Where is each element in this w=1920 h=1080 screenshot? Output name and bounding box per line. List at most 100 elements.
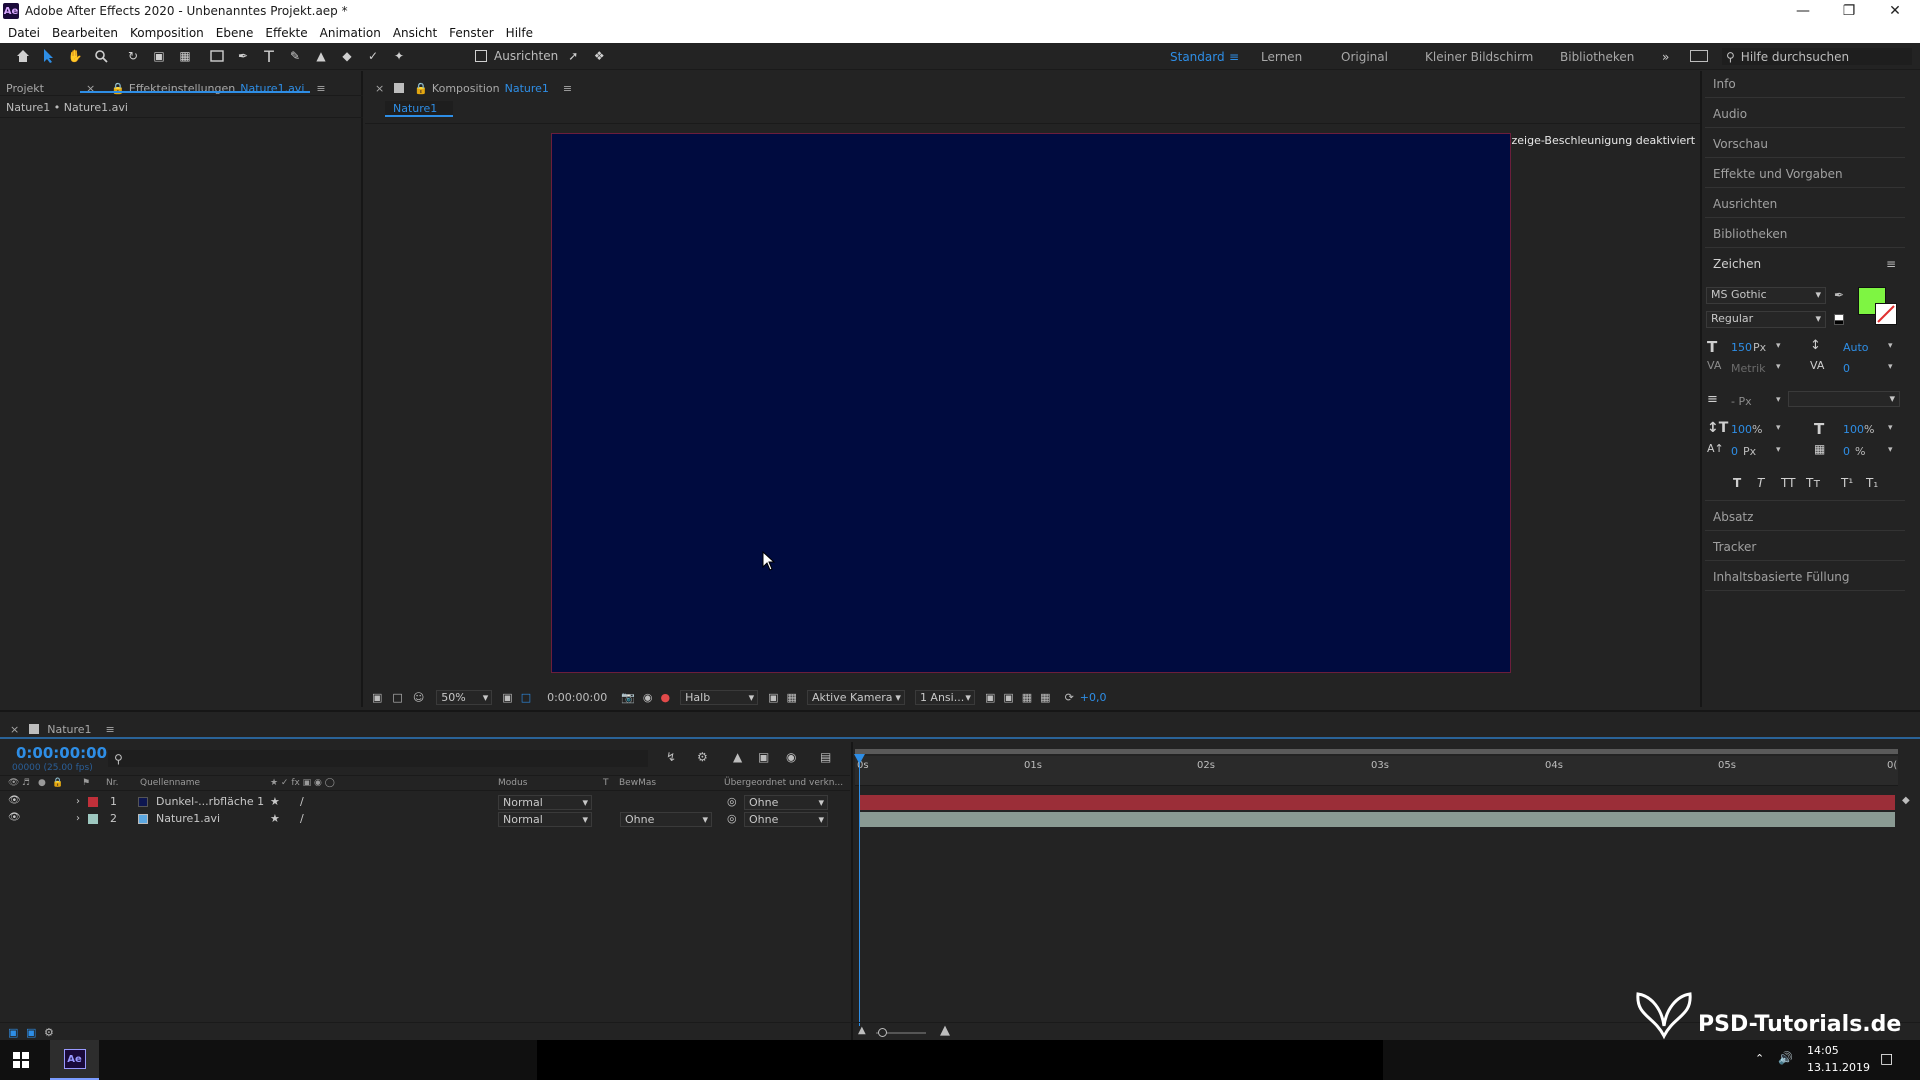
panel-audio[interactable]: Audio — [1713, 107, 1903, 121]
quality-switch-icon[interactable]: ∕ — [300, 812, 304, 825]
align-checkbox[interactable] — [470, 45, 492, 67]
chevron-down-icon[interactable]: ▾ — [1776, 395, 1781, 405]
eye-icon[interactable]: 👁 — [8, 795, 21, 806]
camera-tool-icon[interactable]: ▣ — [148, 45, 170, 67]
pickwhip-icon[interactable]: ◎ — [727, 795, 737, 808]
time-ruler[interactable]: 0s 01s 02s 03s 04s 05s 0( — [855, 756, 1898, 786]
roi-icon[interactable]: ▣ — [768, 691, 778, 704]
quality-switch-icon[interactable]: ∕ — [300, 795, 304, 808]
panel-bibliotheken[interactable]: Bibliotheken — [1713, 227, 1903, 241]
workspace-menu-icon[interactable]: ≡ — [1229, 50, 1239, 64]
column-mode[interactable]: Modus — [498, 778, 527, 788]
layer-name[interactable]: Nature1.avi — [156, 812, 220, 825]
layer-bar-1[interactable] — [860, 795, 1895, 810]
comp-lock-icon[interactable]: 🔒 — [414, 82, 428, 95]
snapshot-icon[interactable]: 📷 — [621, 691, 635, 704]
monitor-icon[interactable]: □ — [392, 691, 402, 704]
chevron-down-icon[interactable]: ▾ — [1776, 362, 1781, 372]
work-area-bar[interactable] — [855, 749, 1898, 754]
chevron-down-icon[interactable]: ▾ — [1776, 445, 1781, 455]
eraser-tool-icon[interactable]: ◆ — [336, 45, 358, 67]
frame-blending-icon[interactable]: ▣ — [758, 750, 769, 764]
show-snapshot-icon[interactable]: ◉ — [643, 691, 653, 704]
layer-bar-2[interactable] — [860, 812, 1895, 827]
help-search-box[interactable]: ⚲ Hilfe durchsuchen — [1722, 48, 1912, 65]
taskbar-after-effects[interactable]: Ae — [50, 1040, 99, 1080]
workspace-standard[interactable]: Standard — [1170, 50, 1225, 64]
more-workspaces-icon[interactable]: » — [1662, 50, 1669, 64]
label-column-icon[interactable]: ⚑ — [82, 778, 90, 788]
comp-panel-menu-icon[interactable]: ≡ — [563, 82, 572, 95]
always-preview-icon[interactable]: ▣ — [372, 691, 382, 704]
composition-canvas[interactable] — [551, 133, 1511, 673]
tray-chevron-icon[interactable]: ⌃ — [1755, 1052, 1764, 1065]
lock-column-icon[interactable]: 🔒 — [52, 778, 63, 788]
menu-datei[interactable]: Datei — [8, 26, 40, 40]
workspace-original[interactable]: Original — [1341, 50, 1388, 64]
expand-arrow-icon[interactable]: › — [76, 813, 80, 824]
layer-trkmat-dropdown[interactable]: Ohne ▾ — [620, 812, 712, 827]
workspace-bibliotheken[interactable]: Bibliotheken — [1560, 50, 1634, 64]
label-color-swatch[interactable] — [88, 814, 98, 824]
home-icon[interactable] — [12, 45, 34, 67]
chevron-down-icon[interactable]: ▾ — [1888, 362, 1893, 372]
panel-inhaltsbasierte-fuellung[interactable]: Inhaltsbasierte Füllung — [1713, 570, 1903, 584]
close-icon[interactable]: ✕ — [1872, 0, 1918, 22]
faux-italic-button[interactable]: T — [1757, 476, 1764, 490]
zoom-in-icon[interactable]: ▲ — [940, 1023, 950, 1038]
transparency-grid-icon[interactable]: ▦ — [787, 691, 797, 704]
zoom-dropdown[interactable]: 50% ▾ — [436, 689, 493, 705]
column-t[interactable]: T — [603, 778, 609, 788]
sync-settings-icon[interactable] — [1690, 50, 1708, 62]
horizontal-scale-value[interactable]: 100 — [1843, 423, 1864, 436]
clone-stamp-tool-icon[interactable]: ▲ — [310, 45, 332, 67]
menu-bearbeiten[interactable]: Bearbeiten — [52, 26, 118, 40]
panel-menu-icon[interactable]: ≡ — [316, 82, 325, 95]
table-row[interactable]: 👁 › 2 Nature1.avi ★ ∕ Normal ▾ Ohne ▾ ◎ … — [0, 811, 850, 828]
character-panel-title[interactable]: Zeichen — [1713, 257, 1903, 271]
timeline-link-icon[interactable]: ▦ — [1022, 691, 1032, 704]
pan-behind-tool-icon[interactable]: ▦ — [174, 45, 196, 67]
stroke-type-dropdown[interactable]: ▾ — [1788, 391, 1900, 407]
camera-dropdown[interactable]: Aktive Kamera ▾ — [806, 689, 905, 705]
comp-mini-flowchart-icon[interactable]: ↯ — [666, 750, 676, 764]
workspace-lernen[interactable]: Lernen — [1261, 50, 1302, 64]
puppet-tool-icon[interactable]: ✦ — [388, 45, 410, 67]
stroke-width-value[interactable]: - Px — [1731, 395, 1752, 408]
color-channels-icon[interactable]: ● — [661, 691, 671, 704]
timeline-tab-name[interactable]: Nature1 — [47, 723, 91, 736]
exposure-value[interactable]: +0,0 — [1080, 691, 1107, 704]
solo-column-icon[interactable]: ● — [38, 778, 46, 788]
region-icon[interactable]: □ — [521, 691, 531, 704]
comp-tab-prefix[interactable]: Komposition — [432, 82, 500, 95]
shy-switch-icon[interactable]: ★ — [270, 812, 280, 825]
column-nr[interactable]: Nr. — [106, 778, 118, 788]
restore-icon[interactable]: ❐ — [1826, 0, 1872, 22]
layer-mode-dropdown[interactable]: Normal ▾ — [498, 795, 592, 810]
superscript-button[interactable]: T¹ — [1841, 476, 1853, 490]
zoom-slider-knob[interactable] — [878, 1028, 887, 1037]
eyedropper-icon[interactable]: ✒ — [1834, 288, 1844, 302]
comp-tab-close-icon[interactable]: × — [375, 82, 384, 95]
rectangle-tool-icon[interactable] — [206, 45, 228, 67]
eye-icon[interactable]: 👁 — [8, 812, 21, 823]
clock-date[interactable]: 13.11.2019 — [1807, 1061, 1870, 1074]
toggle-pixel-aspect-icon[interactable]: ▣ — [985, 691, 995, 704]
menu-ansicht[interactable]: Ansicht — [393, 26, 437, 40]
timeline-tab-close-icon[interactable]: × — [10, 723, 19, 736]
roto-brush-tool-icon[interactable]: ✓ — [362, 45, 384, 67]
expand-arrow-icon[interactable]: › — [76, 796, 80, 807]
tracking-value[interactable]: 0 — [1843, 362, 1850, 375]
windows-start-icon[interactable] — [13, 1052, 29, 1068]
menu-komposition[interactable]: Komposition — [130, 26, 204, 40]
panel-ausrichten[interactable]: Ausrichten — [1713, 197, 1903, 211]
viewer-timecode[interactable]: 0:00:00:00 — [547, 691, 607, 704]
tab-projekt[interactable]: Projekt — [6, 82, 44, 95]
layer-search-box[interactable]: ⚲ — [108, 750, 648, 767]
motion-blur-icon[interactable]: ◉ — [786, 750, 796, 764]
pen-tool-icon[interactable]: ✒ — [232, 45, 254, 67]
text-tool-icon[interactable]: T — [258, 45, 280, 67]
help-search-input[interactable]: Hilfe durchsuchen — [1741, 50, 1849, 64]
layer-name[interactable]: Dunkel-...rbfläche 1 — [156, 795, 264, 808]
workspace-kleiner-bildschirm[interactable]: Kleiner Bildschirm — [1425, 50, 1533, 64]
